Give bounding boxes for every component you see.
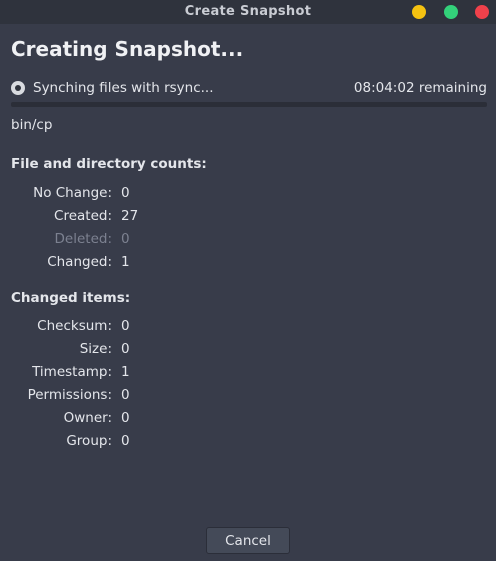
title-bar[interactable]: Create Snapshot: [0, 0, 496, 24]
changed-row-checksum: Checksum: 0: [0, 318, 200, 336]
count-row-no-change: No Change: 0: [0, 185, 200, 203]
changed-row-owner: Owner: 0: [0, 410, 200, 428]
page-title: Creating Snapshot...: [11, 37, 244, 61]
count-value: 27: [121, 208, 139, 224]
count-label: Deleted:: [54, 231, 112, 247]
changed-row-timestamp: Timestamp: 1: [0, 364, 200, 382]
current-file: bin/cp: [11, 117, 53, 133]
changed-section-title: Changed items:: [11, 290, 131, 306]
changed-label: Checksum:: [37, 318, 112, 334]
changed-value: 0: [121, 318, 130, 334]
changed-value: 0: [121, 387, 130, 403]
maximize-button[interactable]: [444, 5, 458, 19]
changed-value: 0: [121, 433, 130, 449]
count-row-deleted: Deleted: 0: [0, 231, 200, 249]
status-text: Synching files with rsync...: [33, 80, 214, 96]
count-row-changed: Changed: 1: [0, 254, 200, 272]
changed-label: Permissions:: [27, 387, 112, 403]
changed-label: Size:: [79, 341, 112, 357]
count-label: No Change:: [33, 185, 112, 201]
cancel-button[interactable]: Cancel: [206, 527, 290, 554]
time-remaining: 08:04:02 remaining: [353, 80, 487, 96]
count-label: Changed:: [47, 254, 112, 270]
count-value: 1: [121, 254, 130, 270]
spinner-icon: [11, 81, 25, 95]
count-value: 0: [121, 231, 130, 247]
counts-section-title: File and directory counts:: [11, 156, 207, 172]
close-button[interactable]: [475, 5, 489, 19]
changed-value: 0: [121, 341, 130, 357]
count-label: Created:: [54, 208, 112, 224]
changed-row-size: Size: 0: [0, 341, 200, 359]
changed-value: 1: [121, 364, 130, 380]
create-snapshot-window: Create Snapshot Creating Snapshot... Syn…: [0, 0, 496, 561]
changed-label: Group:: [66, 433, 112, 449]
changed-row-group: Group: 0: [0, 433, 200, 451]
changed-label: Timestamp:: [32, 364, 112, 380]
minimize-button[interactable]: [412, 5, 426, 19]
changed-row-permissions: Permissions: 0: [0, 387, 200, 405]
changed-label: Owner:: [63, 410, 112, 426]
progress-bar: [11, 102, 487, 107]
status-row: Synching files with rsync... 08:04:02 re…: [11, 80, 487, 98]
count-value: 0: [121, 185, 130, 201]
changed-value: 0: [121, 410, 130, 426]
count-row-created: Created: 27: [0, 208, 200, 226]
